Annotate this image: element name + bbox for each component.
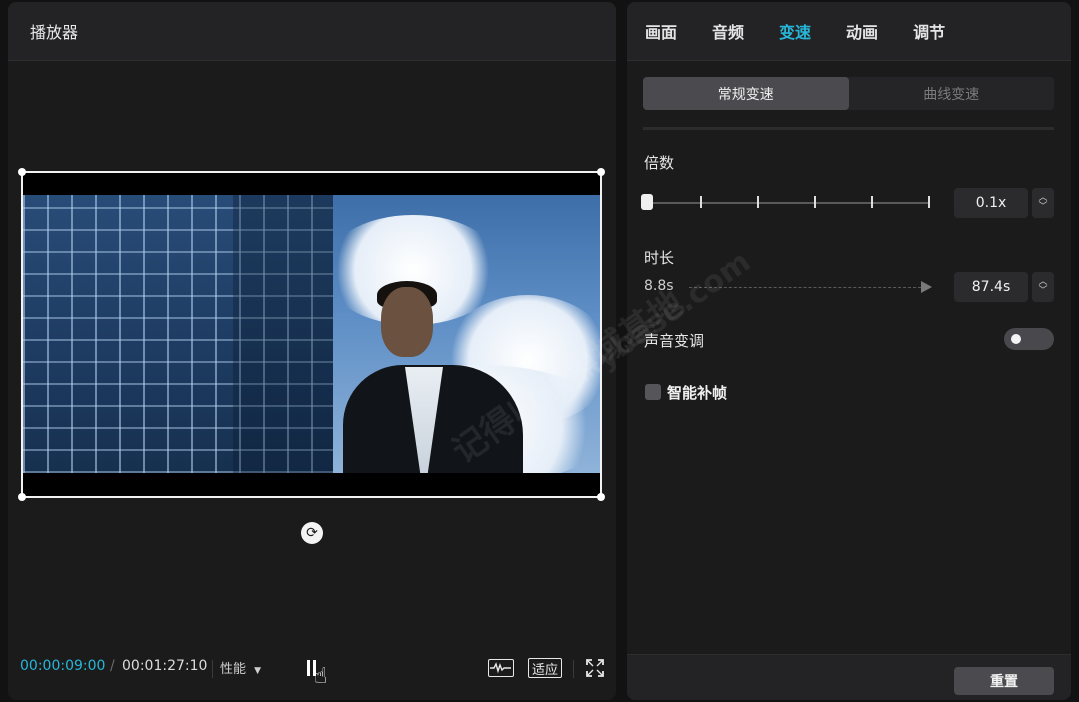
- multiplier-value: 0.1x: [975, 195, 1007, 211]
- performance-dropdown[interactable]: 性能 ▼: [220, 658, 261, 677]
- original-duration: 8.8s: [644, 278, 674, 294]
- smart-frame-checkbox[interactable]: [645, 384, 661, 400]
- property-tabs: 画面 音频 变速 动画 调节: [627, 2, 1071, 61]
- tab-picture[interactable]: 画面: [645, 19, 677, 43]
- divider: [573, 660, 574, 678]
- duration-label: 时长: [644, 249, 675, 267]
- toggle-knob: [1011, 334, 1021, 344]
- multiplier-stepper[interactable]: ︿ ﹀: [1032, 188, 1054, 218]
- duration-value: 87.4s: [971, 279, 1011, 295]
- segment-curve-speed[interactable]: 曲线变速: [849, 77, 1055, 110]
- arrow-right-icon: [921, 281, 932, 293]
- resize-handle-bl[interactable]: [18, 493, 26, 501]
- fit-button[interactable]: 适应: [528, 658, 562, 678]
- player-panel: 播放器 ⟳ 00:00:09:00 / 00:01:27:10 性能 ▼ ☝ 适…: [8, 2, 616, 700]
- multiplier-input[interactable]: 0.1x: [954, 188, 1028, 218]
- player-title: 播放器: [30, 23, 79, 42]
- divider: [212, 660, 213, 678]
- panel-footer: 重置: [627, 654, 1071, 700]
- timecode-separator: /: [110, 658, 115, 674]
- chevron-down-icon[interactable]: ﹀: [1038, 203, 1047, 212]
- video-preview[interactable]: [18, 168, 605, 501]
- pitch-label: 声音变调: [644, 332, 705, 350]
- speed-slider[interactable]: [641, 194, 930, 210]
- total-timecode: 00:01:27:10: [122, 658, 208, 674]
- rotate-icon[interactable]: ⟳: [301, 522, 323, 544]
- properties-panel: 画面 音频 变速 动画 调节 常规变速 曲线变速 倍数 0.1x ︿ ﹀ 时长 …: [627, 2, 1071, 700]
- speed-mode-segment: 常规变速 曲线变速: [643, 77, 1054, 110]
- fullscreen-icon[interactable]: [586, 659, 604, 677]
- duration-stepper[interactable]: ︿ ﹀: [1032, 272, 1054, 302]
- segment-normal-speed[interactable]: 常规变速: [643, 77, 849, 110]
- resize-handle-tr[interactable]: [597, 168, 605, 176]
- smart-frame-label: 智能补帧: [667, 384, 728, 402]
- playback-controls: 00:00:09:00 / 00:01:27:10 性能 ▼ ☝ 适应: [8, 652, 616, 689]
- video-frame: [23, 195, 600, 473]
- fit-label: 适应: [531, 662, 558, 678]
- resize-handle-tl[interactable]: [18, 168, 26, 176]
- tab-audio[interactable]: 音频: [712, 19, 744, 43]
- chevron-down-icon[interactable]: ﹀: [1038, 287, 1047, 296]
- pitch-toggle[interactable]: [1004, 328, 1054, 350]
- reset-label: 重置: [990, 674, 1018, 690]
- reset-button[interactable]: 重置: [954, 667, 1054, 695]
- multiplier-label: 倍数: [644, 154, 675, 172]
- tab-speed[interactable]: 变速: [779, 19, 811, 43]
- resize-handle-br[interactable]: [597, 493, 605, 501]
- waveform-icon[interactable]: [488, 659, 514, 677]
- tab-adjust[interactable]: 调节: [913, 19, 945, 43]
- hand-cursor-icon: ☝: [314, 664, 328, 689]
- player-header: 播放器: [8, 2, 616, 61]
- duration-arrow-line: [689, 287, 921, 288]
- section-divider: [643, 127, 1054, 130]
- slider-knob[interactable]: [641, 194, 653, 210]
- duration-input[interactable]: 87.4s: [954, 272, 1028, 302]
- caret-down-icon: ▼: [254, 666, 262, 676]
- tab-animation[interactable]: 动画: [846, 19, 878, 43]
- current-timecode: 00:00:09:00: [20, 658, 106, 674]
- performance-label: 性能: [220, 662, 247, 677]
